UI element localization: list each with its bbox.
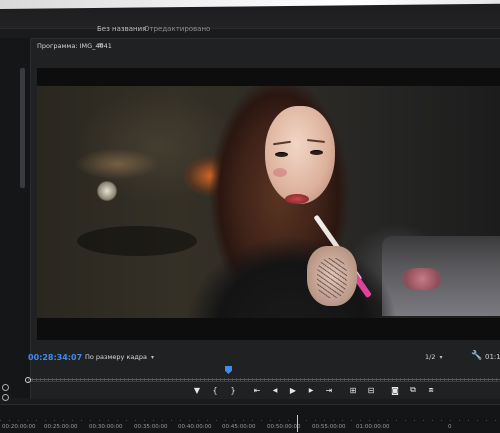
play-icon: ▶ [289, 385, 297, 395]
lips-shape [285, 194, 309, 204]
ruler-tick-label: 00:20:00:00 [2, 424, 36, 430]
left-panel-circle-icon[interactable] [2, 394, 9, 401]
marker-icon: ▼ [193, 385, 201, 395]
bracket-right-icon: } [230, 385, 236, 395]
ruler-tick-label: 00:55:00:00 [312, 424, 346, 430]
ruler-tick-label: 0 [448, 424, 452, 430]
timeline-playhead[interactable] [297, 415, 298, 432]
pillow-shape [402, 268, 442, 290]
proxy-toggle-button[interactable]: ⧈ [422, 383, 440, 397]
go-to-in-icon: ⇤ [253, 385, 261, 395]
title-separator: - [138, 25, 141, 33]
hamburger-icon[interactable]: ≡ [98, 41, 104, 49]
play-button[interactable]: ▶ [284, 383, 302, 397]
step-forward-icon: ▶ [308, 386, 314, 394]
lamp-shape [97, 181, 117, 201]
duration-timecode: 01:1 [485, 353, 500, 361]
transport-controls: ▼ {} ⇤ ◀ ▶ ▶ ⇥ ⊞ ⊟ ◙ ⧉ ⧈ [188, 383, 440, 397]
overwrite-button[interactable]: ⊟ [362, 383, 380, 397]
go-to-in-button[interactable]: ⇤ [248, 383, 266, 397]
insert-icon: ⊞ [349, 385, 357, 395]
insert-button[interactable]: ⊞ [344, 383, 362, 397]
camera-icon: ◙ [391, 385, 399, 395]
zoom-handle-icon[interactable] [25, 377, 31, 383]
eye-shape [275, 152, 288, 157]
current-timecode[interactable]: 00:28:34:07 [28, 353, 82, 362]
ruler-tick-label: 00:35:00:00 [134, 424, 168, 430]
ruler-tick-label: 01:00:00:00 [356, 424, 390, 430]
timeline-ruler-ticks [0, 420, 500, 421]
video-frame-image [37, 86, 500, 318]
go-to-out-icon: ⇥ [325, 385, 333, 395]
ruler-tick-label: 00:50:00:00 [267, 424, 301, 430]
edit-status: Отредактировано [144, 25, 211, 33]
go-to-out-button[interactable]: ⇥ [320, 383, 338, 397]
resolution-dropdown[interactable]: 1/2 ▾ [425, 353, 442, 361]
left-panel [0, 38, 30, 398]
wrench-icon[interactable]: 🔧 [471, 351, 482, 361]
ruler-tick-label: 00:45:00:00 [222, 424, 256, 430]
comparison-view-button[interactable]: ⧉ [404, 383, 422, 397]
add-marker-button[interactable]: ▼ [188, 383, 206, 397]
step-back-icon: ◀ [272, 386, 278, 394]
table-shape [77, 226, 197, 256]
left-panel-circle-icon[interactable] [2, 384, 9, 391]
comparison-icon: ⧉ [410, 385, 416, 394]
blush-shape [273, 168, 287, 177]
step-back-button[interactable]: ◀ [266, 383, 284, 397]
bracket-left-icon: { [212, 385, 218, 395]
resolution-value: 1/2 [425, 353, 436, 361]
ruler-tick-label: 00:25:00:00 [44, 424, 78, 430]
tattoo-shape [317, 258, 347, 298]
mark-out-button[interactable]: } [224, 383, 242, 397]
eye-shape [310, 150, 323, 155]
ruler-tick-label: 00:40:00:00 [178, 424, 212, 430]
chevron-down-icon: ▾ [439, 354, 443, 361]
scrubber-track[interactable] [30, 379, 500, 380]
export-frame-button[interactable]: ◙ [386, 383, 404, 397]
ruler-tick-label: 00:30:00:00 [89, 424, 123, 430]
scrubber-ruler[interactable] [28, 370, 500, 382]
mark-in-button[interactable]: { [206, 383, 224, 397]
left-panel-scrollbar[interactable] [20, 68, 25, 188]
timeline-ruler[interactable]: 00:20:00:00 00:25:00:00 00:30:00:00 00:35:0… [0, 424, 500, 432]
fit-value: По размеру кадра [85, 353, 147, 361]
overwrite-icon: ⊟ [367, 385, 375, 395]
clothing-shape [187, 226, 397, 318]
fit-dropdown[interactable]: По размеру кадра ▾ [85, 353, 154, 361]
video-viewer[interactable] [37, 68, 500, 340]
step-forward-button[interactable]: ▶ [302, 383, 320, 397]
proxy-icon: ⧈ [428, 385, 434, 394]
chevron-down-icon: ▾ [150, 354, 154, 361]
